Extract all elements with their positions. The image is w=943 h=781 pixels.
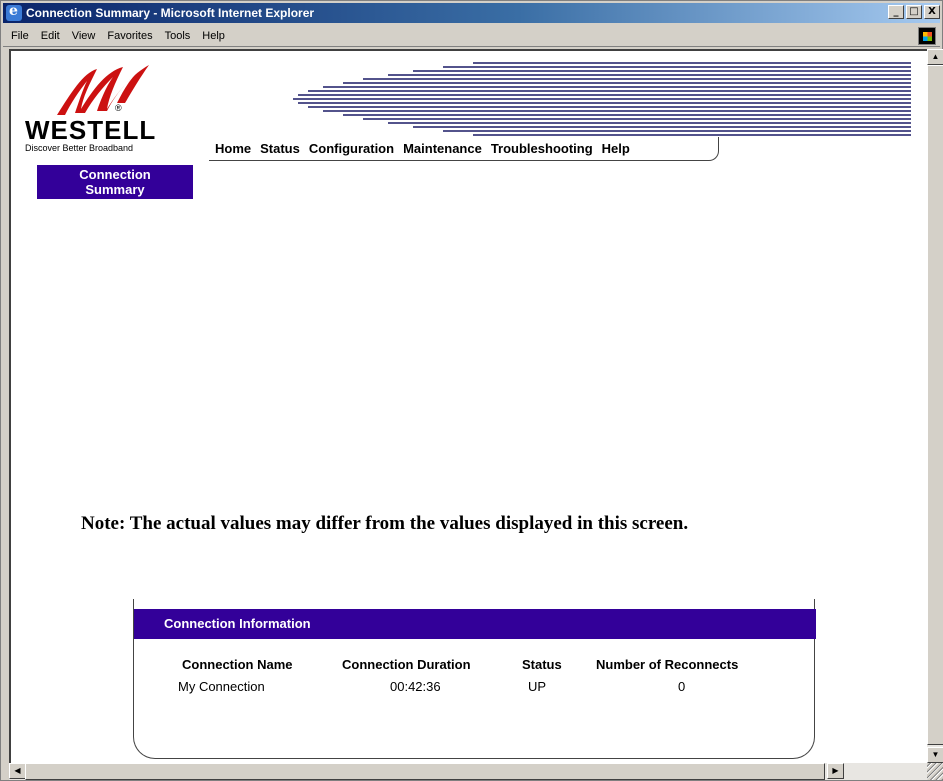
horizontal-scrollbar[interactable]: ◀ ▶ (9, 763, 927, 780)
nav-maintenance[interactable]: Maintenance (403, 141, 482, 156)
col-status: Status (522, 657, 562, 672)
connection-table: Connection Name Connection Duration Stat… (134, 657, 816, 701)
cell-connection-name: My Connection (178, 679, 265, 694)
cell-status: UP (528, 679, 547, 694)
header-stripes (293, 62, 911, 136)
subnav-label-line1: Connection (79, 167, 151, 182)
scroll-down-icon[interactable]: ▼ (927, 747, 943, 763)
westell-w-mark-icon (57, 65, 149, 115)
registered-mark: ® (115, 103, 122, 113)
scroll-left-icon[interactable]: ◀ (9, 763, 26, 779)
cell-connection-duration: 00:42:36 (390, 679, 441, 694)
westell-logo[interactable]: ® WESTELL Discover Better Broadband (23, 63, 203, 155)
logo-tagline: Discover Better Broadband (25, 143, 134, 153)
vertical-scrollbar[interactable]: ▲ ▼ (927, 49, 943, 763)
ie-page-icon (6, 3, 22, 21)
title-bar[interactable]: Connection Summary - Microsoft Internet … (3, 3, 940, 23)
page-content: ® WESTELL Discover Better Broadband Home… (9, 49, 927, 763)
maximize-button[interactable]: □ (906, 5, 922, 19)
connection-info-panel: Connection Information Connection Name C… (133, 599, 816, 759)
scroll-right-icon[interactable]: ▶ (827, 763, 844, 779)
table-header-row: Connection Name Connection Duration Stat… (134, 657, 816, 679)
resize-grip-icon[interactable] (927, 763, 943, 780)
menu-bar: File Edit View Favorites Tools Help (3, 25, 940, 47)
cell-reconnects: 0 (678, 679, 686, 694)
close-button[interactable]: X (924, 5, 940, 19)
nav-home[interactable]: Home (215, 141, 251, 156)
subnav-connection-summary[interactable]: Connection Summary (37, 165, 193, 199)
note-text: Note: The actual values may differ from … (81, 513, 689, 534)
nav-help[interactable]: Help (602, 141, 630, 156)
minimize-button[interactable]: _ (888, 5, 904, 19)
subnav-label-line2: Summary (85, 182, 145, 197)
col-connection-duration: Connection Duration (342, 657, 471, 672)
col-reconnects: Number of Reconnects (596, 657, 739, 672)
horizontal-scroll-thumb[interactable] (25, 763, 825, 780)
menu-help[interactable]: Help (202, 30, 225, 42)
main-nav: Home Status Configuration Maintenance Tr… (209, 137, 719, 161)
nav-troubleshooting[interactable]: Troubleshooting (491, 141, 593, 156)
vertical-scroll-thumb[interactable] (927, 65, 943, 745)
window-title: Connection Summary - Microsoft Internet … (26, 6, 315, 20)
window-controls: _ □ X (886, 5, 940, 19)
menu-tools[interactable]: Tools (165, 30, 191, 42)
connection-info-title: Connection Information (134, 609, 816, 639)
nav-configuration[interactable]: Configuration (309, 141, 394, 156)
scroll-up-icon[interactable]: ▲ (927, 49, 943, 65)
menu-edit[interactable]: Edit (41, 30, 60, 42)
logo-wordmark: WESTELL (25, 115, 157, 145)
menu-view[interactable]: View (72, 30, 96, 42)
windows-logo-icon (918, 27, 936, 45)
browser-window: Connection Summary - Microsoft Internet … (0, 0, 943, 781)
nav-status[interactable]: Status (260, 141, 300, 156)
table-row: My Connection 00:42:36 UP 0 (134, 679, 816, 701)
menu-file[interactable]: File (11, 30, 29, 42)
menu-favorites[interactable]: Favorites (107, 30, 152, 42)
col-connection-name: Connection Name (182, 657, 293, 672)
